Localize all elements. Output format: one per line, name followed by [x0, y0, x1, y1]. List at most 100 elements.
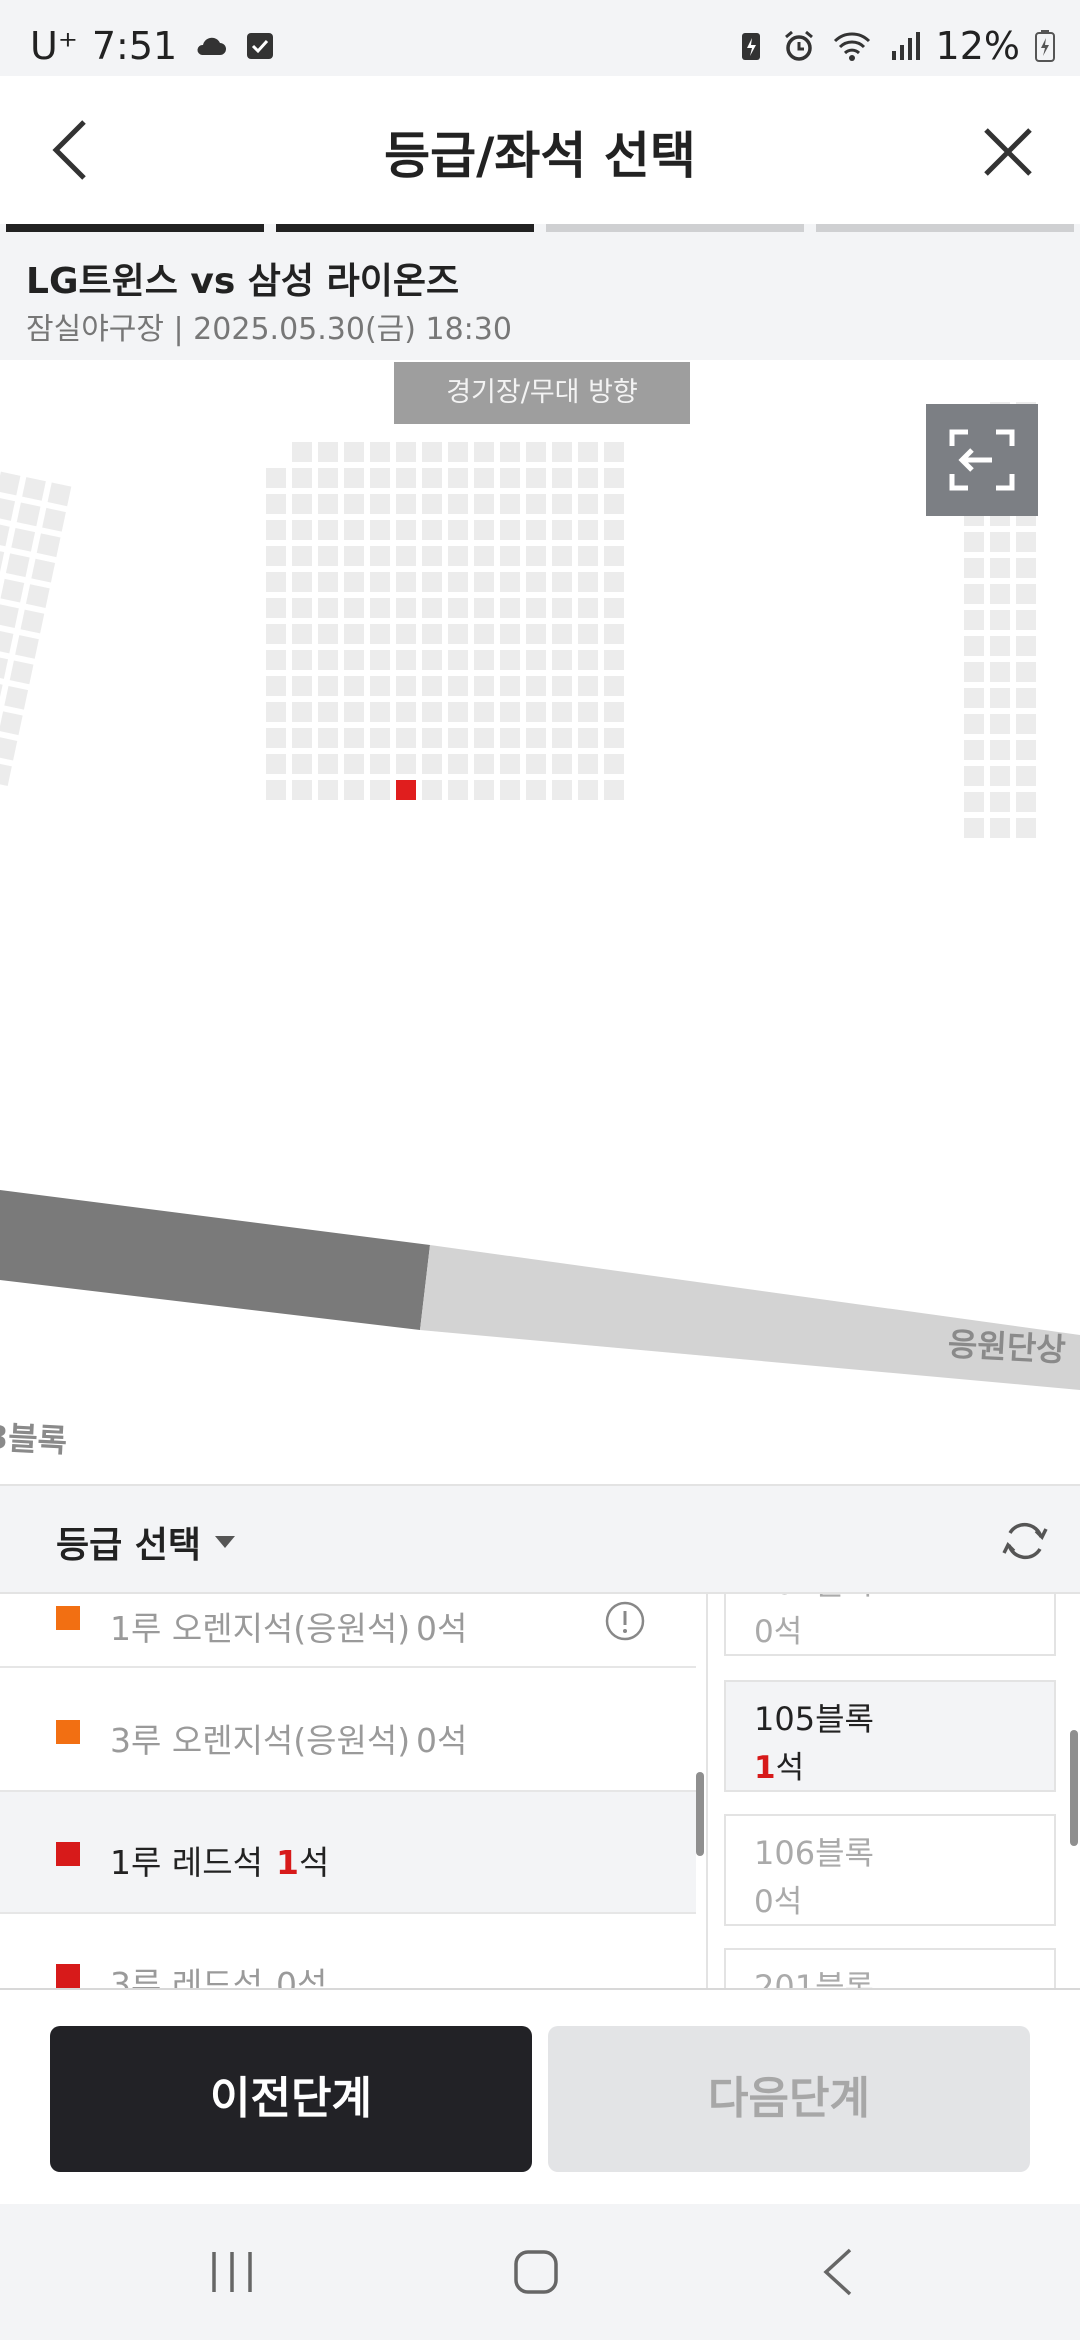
alarm-icon: [784, 30, 813, 61]
seat: [266, 572, 286, 592]
seat: [552, 702, 572, 722]
prev-step-button[interactable]: 이전단계: [50, 2026, 532, 2172]
exit-fullscreen-icon: [949, 429, 1015, 491]
seat: [474, 676, 494, 696]
seat: [318, 494, 338, 514]
seat: [500, 494, 520, 514]
seat: [964, 688, 984, 708]
block-item-106[interactable]: 106블록 0석: [724, 1814, 1056, 1926]
caret-down-icon: [215, 1536, 236, 1548]
seat: [422, 702, 442, 722]
seat: [448, 728, 468, 748]
seat: [1016, 766, 1036, 786]
seat: [396, 442, 416, 462]
close-icon[interactable]: [972, 116, 1044, 188]
seat: [990, 740, 1010, 760]
grade-select-dropdown[interactable]: 등급 선택: [56, 1516, 236, 1568]
page-title: 등급/좌석 선택: [384, 127, 696, 185]
seat: [0, 711, 23, 736]
block-count: 0석: [754, 1614, 803, 1650]
grade-name: 3루 오렌지석(응원석): [110, 1721, 411, 1760]
grade-count: 0석: [416, 1721, 468, 1760]
seat: [344, 624, 364, 644]
seat: [578, 494, 598, 514]
seat: [0, 680, 3, 705]
exit-fullscreen-button[interactable]: [926, 404, 1038, 516]
grade-list-scrollbar[interactable]: [696, 1772, 704, 1856]
next-step-button[interactable]: 다음단계: [548, 2026, 1030, 2172]
seat: [266, 780, 286, 800]
step-2: [276, 224, 534, 232]
seat-grid[interactable]: [0, 360, 1080, 1484]
seat: [526, 676, 546, 696]
info-icon[interactable]: [604, 1600, 646, 1642]
grade-item-3[interactable]: 1루 레드석 1석: [0, 1792, 696, 1914]
recent-apps-icon[interactable]: [208, 2248, 256, 2296]
grade-item-2[interactable]: 3루 오렌지석(응원석) 0석: [0, 1670, 696, 1792]
seat: [318, 754, 338, 774]
seat: [500, 572, 520, 592]
seat: [422, 598, 442, 618]
home-icon[interactable]: [512, 2248, 560, 2296]
grade-panel-header: 등급 선택: [0, 1484, 1080, 1594]
grade-item-1[interactable]: 1루 오렌지석(응원석) 0석: [0, 1594, 696, 1668]
refresh-icon[interactable]: [1000, 1516, 1050, 1566]
step-4: [816, 224, 1074, 232]
seat: [474, 702, 494, 722]
seat: [526, 702, 546, 722]
seat: [370, 494, 390, 514]
grade-item-4[interactable]: 3루 레드석 0석: [0, 1914, 696, 1988]
seat: [578, 650, 598, 670]
seat: [474, 572, 494, 592]
wifi-icon: [833, 32, 870, 61]
grade-name: 3루 레드석: [110, 1965, 263, 1988]
seat: [964, 818, 984, 838]
available-seat[interactable]: [396, 780, 416, 800]
seat: [990, 662, 1010, 682]
seat: [526, 494, 546, 514]
seat: [292, 624, 312, 644]
seat: [578, 442, 598, 462]
block-item-105[interactable]: 105블록 1석: [724, 1680, 1056, 1792]
block-list[interactable]: 104블록 0석 105블록 1석 106블록 0석 201블록 0석: [708, 1594, 1080, 1988]
seat: [448, 494, 468, 514]
seat: [36, 533, 61, 558]
seat: [448, 468, 468, 488]
seat: [526, 546, 546, 566]
seat-map[interactable]: 경기장/무대 방향 응원단상 3블록: [0, 360, 1080, 1484]
seat: [370, 598, 390, 618]
seat: [604, 624, 624, 644]
block-item-104[interactable]: 104블록 0석: [724, 1594, 1056, 1656]
seat: [448, 520, 468, 540]
seat: [448, 572, 468, 592]
seat: [990, 532, 1010, 552]
seat: [292, 572, 312, 592]
seat: [292, 780, 312, 800]
seat: [448, 624, 468, 644]
seat: [552, 520, 572, 540]
seat: [474, 728, 494, 748]
seat: [474, 546, 494, 566]
block-list-scrollbar[interactable]: [1070, 1730, 1078, 1846]
seat: [266, 468, 286, 488]
seat: [0, 471, 21, 496]
block-item-201[interactable]: 201블록 0석: [724, 1948, 1056, 1988]
back-icon[interactable]: [818, 2246, 858, 2298]
seat: [990, 818, 1010, 838]
seat: [422, 780, 442, 800]
seat: [578, 598, 598, 618]
grade-list[interactable]: 1루 오렌지석(응원석) 0석 3루 오렌지석(응원석) 0석 1루 레드석 1…: [0, 1594, 696, 1988]
seat: [370, 572, 390, 592]
seat: [15, 635, 39, 659]
seat: [526, 754, 546, 774]
seat: [396, 494, 416, 514]
status-bar: U⁺ 7:51 12%: [0, 0, 1080, 76]
seat: [318, 702, 338, 722]
seat: [552, 546, 572, 566]
battery-saver-icon: [741, 33, 760, 60]
seat: [526, 780, 546, 800]
seat: [266, 676, 286, 696]
seat: [552, 468, 572, 488]
seat: [318, 520, 338, 540]
seat: [370, 780, 390, 800]
